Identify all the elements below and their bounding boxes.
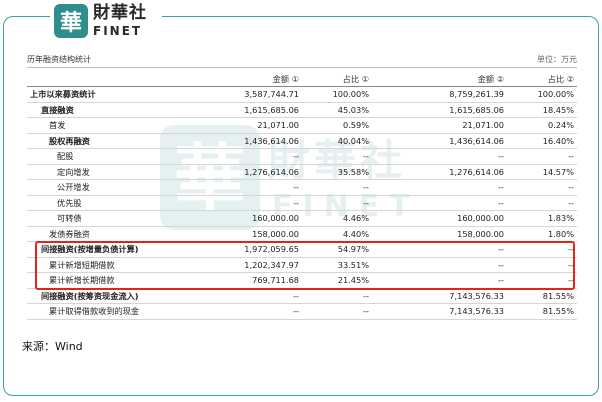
cell-amount-1: 1,436,614.06 [244,135,299,146]
cell-ratio-2: 18.45% [542,104,574,115]
table-row: 累计取得借款收到的现金 -- -- 7,143,576.33 81.55% [27,304,577,319]
cell-amount-2: -- [498,197,504,208]
table-row: 直接融资 1,615,685.06 45.03% 1,615,685.06 18.45% [27,102,577,118]
table-row: 可转债 160,000.00 4.46% 160,000.00 1.83% [27,211,577,226]
cell-ratio-1: 35.58% [337,166,369,177]
table-row: 发债券融资 158,000.00 4.40% 158,000.00 1.80% [27,226,577,242]
header-amount-2: 金额 ② [372,71,507,87]
source-note: 来源：Wind [22,340,83,353]
cell-amount-2: -- [498,182,504,193]
cell-ratio-2: -- [568,182,574,193]
row-label: 公开增发 [57,182,90,193]
cell-ratio-2: -- [568,197,574,208]
cell-amount-2: 7,143,576.33 [449,306,504,317]
indirect-financing-highlight-box [35,241,575,290]
cell-amount-1: -- [293,306,299,317]
row-label: 配股 [57,151,74,162]
cell-amount-1: 160,000.00 [252,213,299,224]
row-label: 首发 [49,120,66,131]
cell-ratio-2: 1.80% [547,228,574,239]
header-label [27,71,197,87]
cell-ratio-1: 4.40% [342,228,369,239]
finet-logo: 華 財華社 FINET [50,2,162,40]
row-label: 优先股 [57,197,82,208]
table-row: 优先股 -- -- -- -- [27,195,577,211]
cell-amount-1: -- [293,197,299,208]
cell-ratio-1: 100.00% [332,89,369,100]
cell-ratio-2: 1.83% [547,213,574,224]
table-row: 首发 21,071.00 0.59% 21,071.00 0.24% [27,118,577,133]
cell-amount-2: 21,071.00 [462,120,504,131]
cell-amount-1: -- [293,182,299,193]
cell-amount-2: 160,000.00 [457,213,504,224]
cell-amount-1: 21,071.00 [257,120,299,131]
cell-amount-2: -- [498,151,504,162]
cell-amount-1: 3,587,744.71 [244,89,299,100]
cell-ratio-1: -- [363,197,369,208]
row-label: 定向增发 [57,166,90,177]
cell-ratio-2: 14.57% [542,166,574,177]
row-label: 累计取得借款收到的现金 [49,306,140,317]
table-header-row: 金额 ① 占比 ① 金额 ② 占比 ② [27,71,577,87]
logo-mark-icon: 華 [54,4,88,38]
logo-name-en: FINET [93,24,143,38]
cell-ratio-2: 81.55% [542,290,574,301]
cell-ratio-1: -- [363,306,369,317]
cell-amount-2: 1,615,685.06 [449,104,504,115]
cell-amount-2: 1,436,614.06 [449,135,504,146]
cell-ratio-1: 4.46% [342,213,369,224]
cell-ratio-1: 0.59% [342,120,369,131]
row-label: 可转债 [57,213,82,224]
cell-ratio-2: -- [568,151,574,162]
cell-amount-2: 8,759,261.39 [449,89,504,100]
row-label: 上市以来募资统计 [30,89,96,100]
logo-wordmark: 財華社 FINET [93,3,147,38]
cell-ratio-1: -- [363,182,369,193]
header-amount-1: 金额 ① [197,71,302,87]
table-row: 股权再融资 1,436,614.06 40.04% 1,436,614.06 16.40… [27,133,577,149]
cell-ratio-1: -- [363,151,369,162]
table-row: 间接融资(按筹资现金流入) -- -- 7,143,576.33 81.55% [27,288,577,304]
row-label: 直接融资 [41,104,74,115]
header-ratio-2: 占比 ② [507,71,577,87]
logo-name-cn: 財華社 [93,3,147,23]
cell-ratio-2: 100.00% [537,89,574,100]
cell-amount-1: -- [293,290,299,301]
cell-ratio-1: 40.04% [337,135,369,146]
cell-ratio-1: 45.03% [337,104,369,115]
table-title: 历年融资结构统计 [27,55,91,64]
cell-amount-1: -- [293,151,299,162]
table-unit: 单位：万元 [537,55,577,64]
cell-ratio-1: -- [363,290,369,301]
row-label: 间接融资(按筹资现金流入) [41,290,139,301]
row-label: 股权再融资 [49,135,90,146]
header-ratio-1: 占比 ① [302,71,372,87]
cell-amount-1: 1,615,685.06 [244,104,299,115]
table-row: 配股 -- -- -- -- [27,149,577,164]
cell-amount-1: 1,276,614.06 [244,166,299,177]
cell-ratio-2: 16.40% [542,135,574,146]
cell-amount-2: 7,143,576.33 [449,290,504,301]
table-row: 上市以来募资统计 3,587,744.71 100.00% 8,759,261.39 1… [27,87,577,102]
row-label: 发债券融资 [49,228,90,239]
cell-amount-2: 1,276,614.06 [449,166,504,177]
cell-amount-2: 158,000.00 [457,228,504,239]
cell-ratio-2: 81.55% [542,306,574,317]
table-caption: 历年融资结构统计 单位：万元 [27,52,577,68]
table-row: 定向增发 1,276,614.06 35.58% 1,276,614.06 14.57% [27,164,577,180]
table-row: 公开增发 -- -- -- -- [27,180,577,195]
cell-amount-1: 158,000.00 [252,228,299,239]
cell-ratio-2: 0.24% [547,120,574,131]
